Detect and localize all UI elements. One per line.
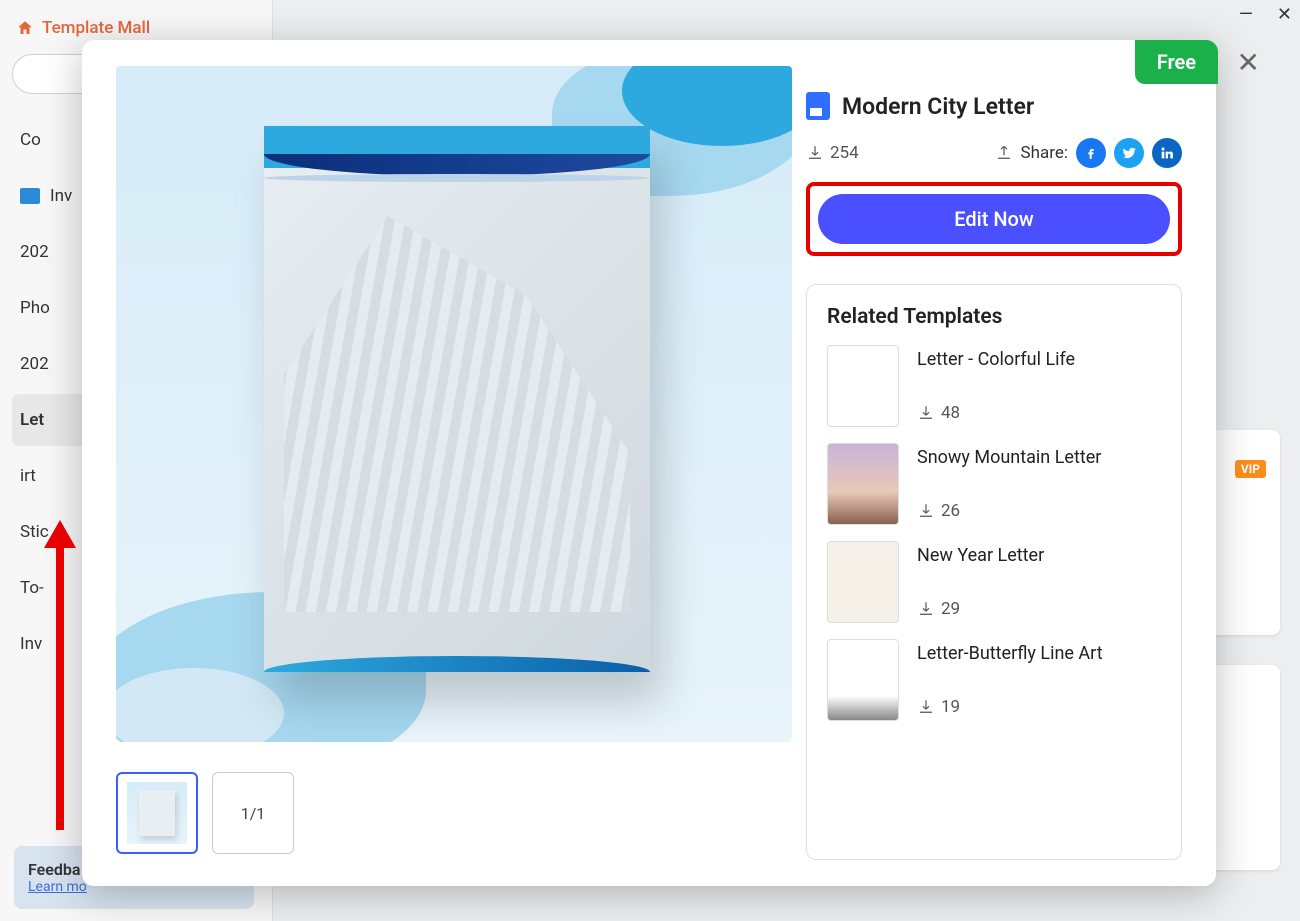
linkedin-icon[interactable]: [1152, 138, 1182, 168]
related-item-4[interactable]: [827, 737, 1161, 749]
meta-row: 254 Share:: [806, 138, 1182, 168]
related-item-1[interactable]: Snowy Mountain Letter 26: [827, 443, 1161, 525]
document-icon: [806, 92, 830, 120]
download-icon: [806, 144, 824, 162]
related-name: Snowy Mountain Letter: [917, 447, 1101, 468]
download-icon: [917, 698, 935, 716]
related-thumb: [827, 345, 899, 427]
close-modal-button[interactable]: ✕: [1237, 46, 1260, 79]
home-icon: [16, 19, 34, 37]
free-badge: Free: [1135, 40, 1218, 84]
related-downloads: 19: [917, 697, 1103, 717]
related-downloads: 29: [917, 599, 1044, 619]
info-column: Modern City Letter 254 Share: Edit Now R…: [792, 40, 1216, 886]
document-mock: [264, 126, 650, 672]
template-title: Modern City Letter: [842, 93, 1034, 120]
twitter-icon[interactable]: [1114, 138, 1144, 168]
share-group: Share:: [995, 138, 1182, 168]
related-templates: Related Templates Letter - Colorful Life…: [806, 284, 1182, 860]
minimize-button[interactable]: —: [1239, 4, 1253, 25]
vip-badge: VIP: [1235, 460, 1266, 478]
related-name: Letter-Butterfly Line Art: [917, 643, 1103, 664]
related-item-3[interactable]: Letter-Butterfly Line Art 19: [827, 639, 1161, 721]
share-label: Share:: [1021, 143, 1068, 163]
page-indicator: 1/1: [212, 772, 294, 854]
related-downloads: 26: [917, 501, 1101, 521]
download-icon: [917, 404, 935, 422]
bg-card: [1210, 665, 1280, 870]
window-controls: — ✕: [1239, 4, 1292, 25]
share-icon: [995, 144, 1013, 162]
related-downloads: 48: [917, 403, 1075, 423]
download-icon: [917, 502, 935, 520]
related-thumb: [827, 737, 899, 749]
template-preview: [116, 66, 792, 742]
thumbnail-row: 1/1: [116, 772, 792, 854]
related-heading: Related Templates: [827, 305, 1161, 329]
related-thumb: [827, 541, 899, 623]
title-row: Modern City Letter: [806, 92, 1182, 120]
preview-column: 1/1: [82, 40, 792, 886]
facebook-icon[interactable]: [1076, 138, 1106, 168]
template-detail-modal: 1/1 Modern City Letter 254 Share: Edit N…: [82, 40, 1216, 886]
download-icon: [917, 600, 935, 618]
thumbnail-1[interactable]: [116, 772, 198, 854]
tag-icon: [20, 188, 40, 204]
related-thumb: [827, 639, 899, 721]
related-name: Letter - Colorful Life: [917, 349, 1075, 370]
download-count: 254: [806, 143, 859, 163]
edit-now-button[interactable]: Edit Now: [818, 194, 1170, 244]
background-cards: [1210, 430, 1280, 870]
edit-highlight-box: Edit Now: [806, 182, 1182, 256]
related-item-0[interactable]: Letter - Colorful Life 48: [827, 345, 1161, 427]
related-name: New Year Letter: [917, 545, 1044, 566]
app-title: Template Mall: [42, 18, 150, 38]
app-title-row[interactable]: Template Mall: [16, 18, 260, 38]
related-item-2[interactable]: New Year Letter 29: [827, 541, 1161, 623]
close-window-button[interactable]: ✕: [1277, 4, 1292, 25]
related-thumb: [827, 443, 899, 525]
